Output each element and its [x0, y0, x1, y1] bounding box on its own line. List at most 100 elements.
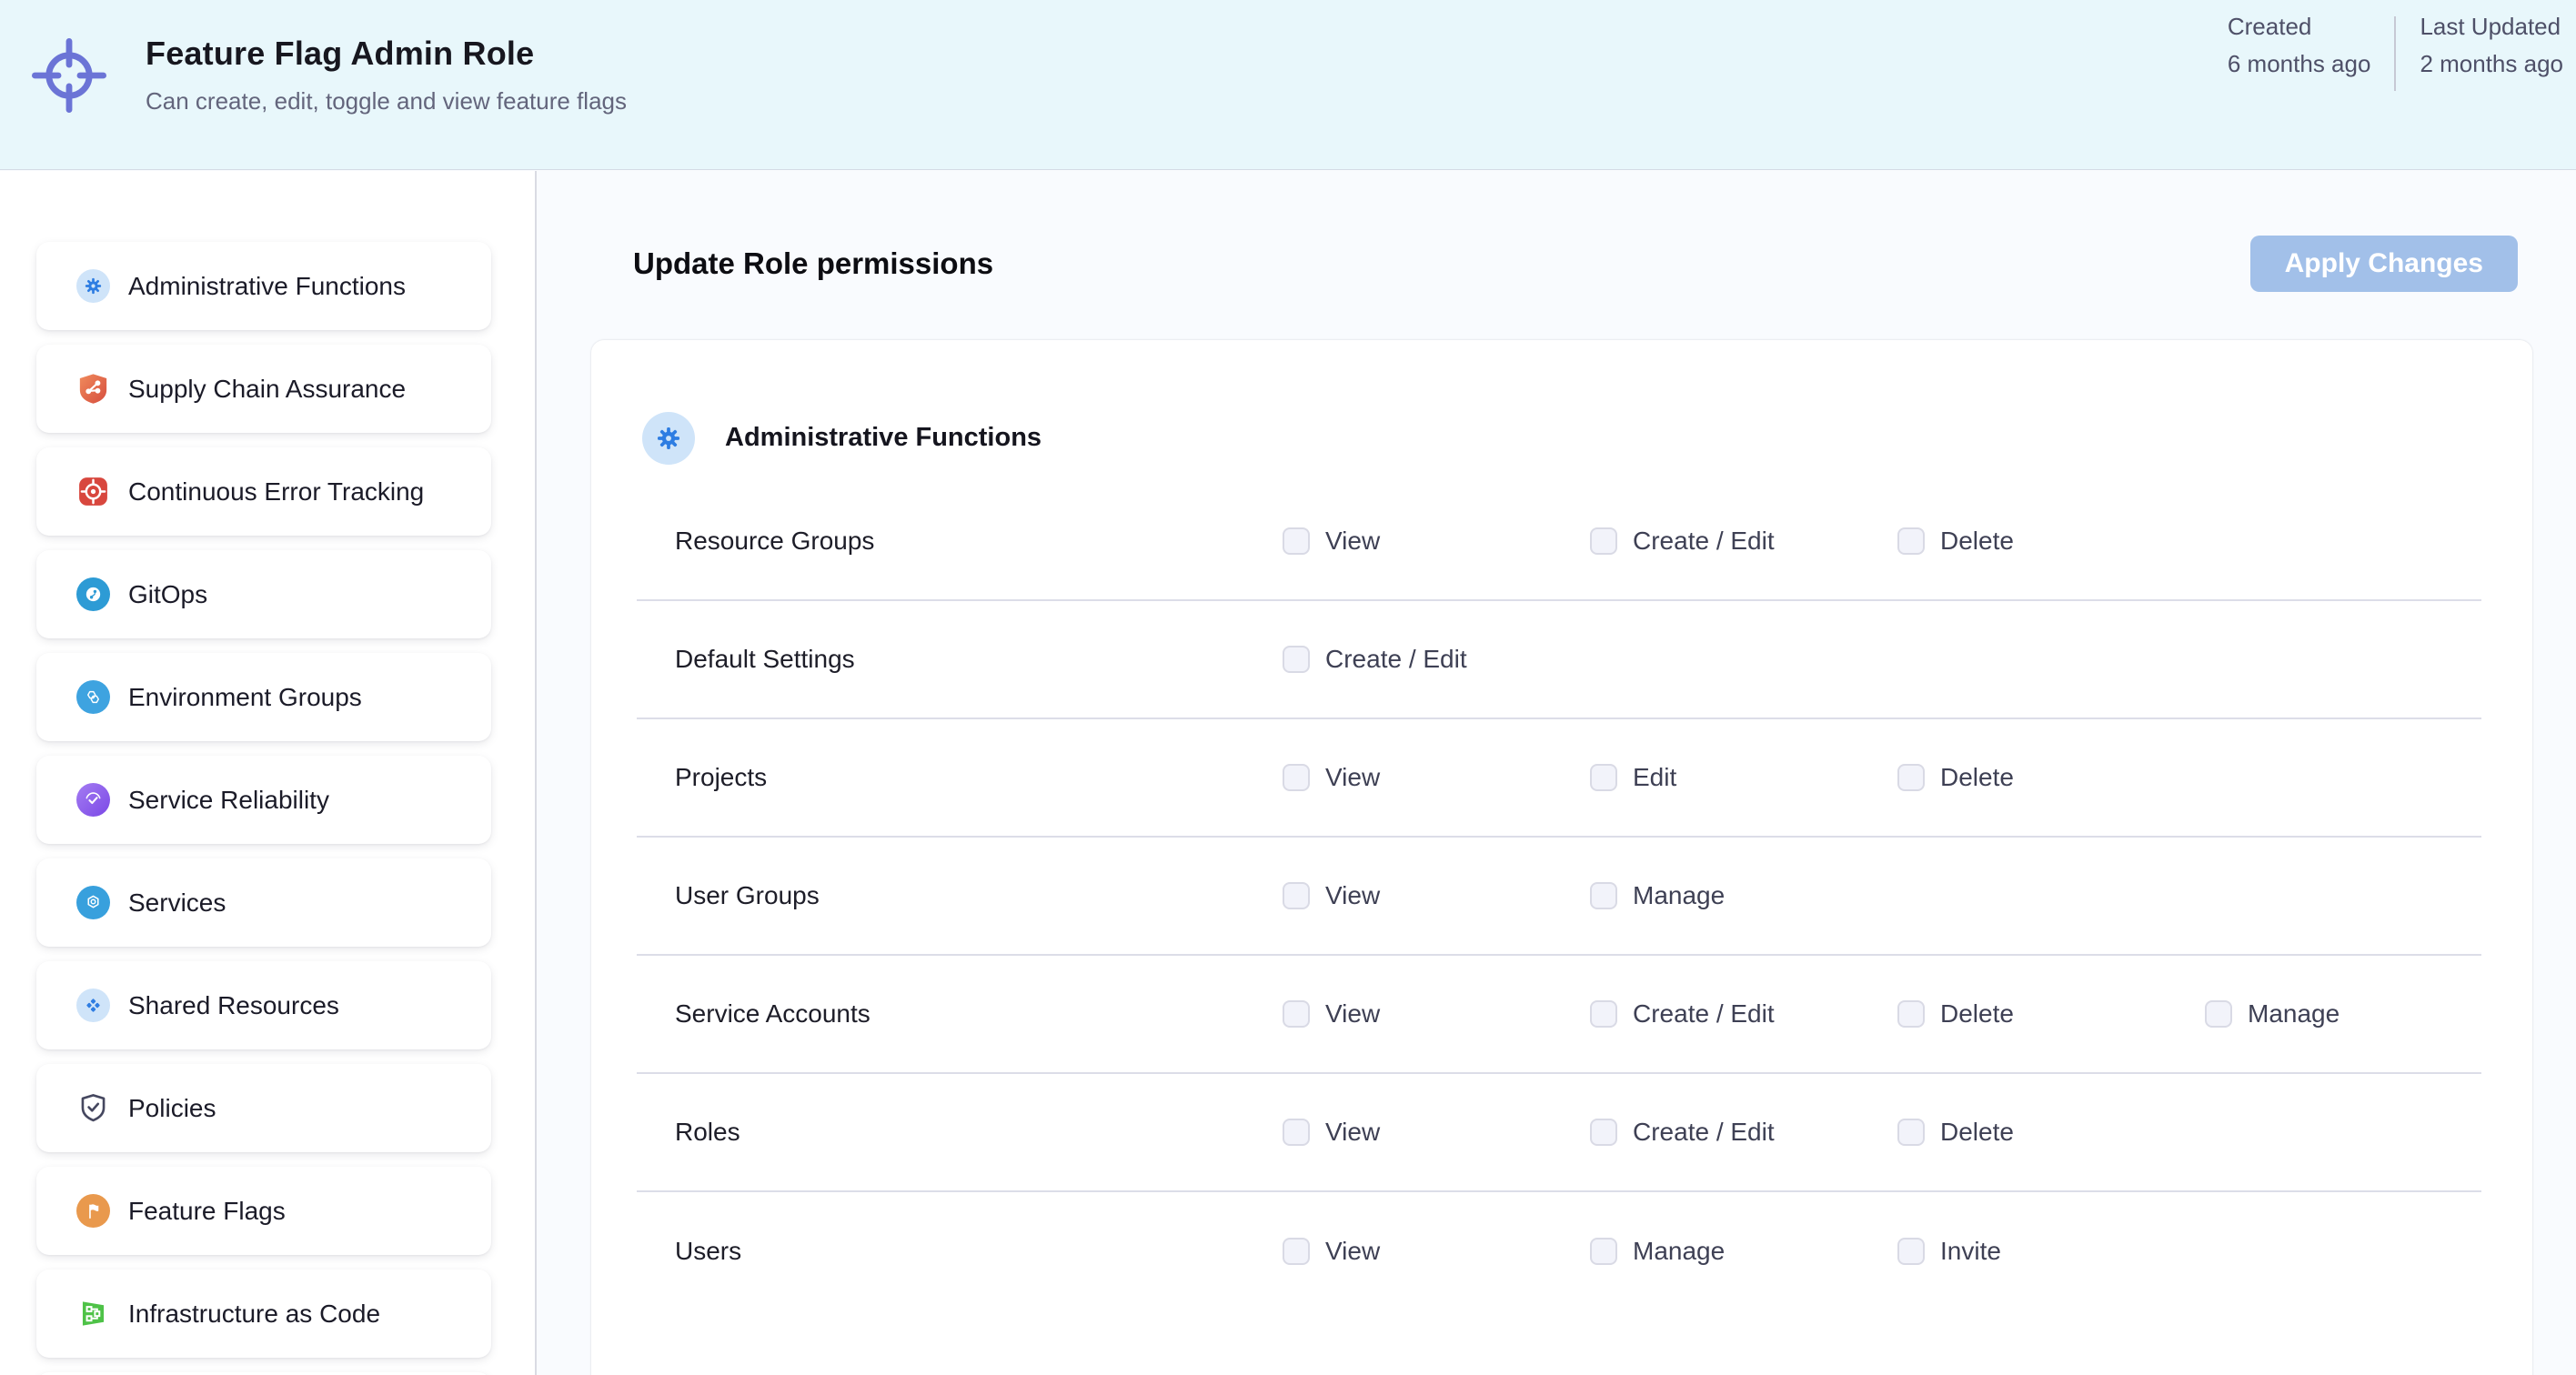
checkbox-view[interactable] [1283, 882, 1310, 909]
permission-create-edit[interactable]: Create / Edit [1590, 999, 1897, 1029]
gear-icon [76, 269, 110, 303]
resource-category-sidebar: Administrative Functions Supply Chain As… [0, 171, 537, 1375]
hexagon-group-icon [76, 680, 110, 714]
checkbox-edit[interactable] [1590, 764, 1617, 791]
permission-delete[interactable]: Delete [1897, 763, 2205, 792]
resource-label: User Groups [675, 881, 1283, 910]
gear-icon [642, 412, 695, 465]
checkbox-view[interactable] [1283, 1238, 1310, 1265]
permission-label: View [1325, 527, 1380, 556]
role-title: Feature Flag Admin Role [146, 35, 534, 73]
permission-label: Delete [1940, 763, 2014, 792]
checkbox-view[interactable] [1283, 1119, 1310, 1146]
target-crosshair-icon [32, 38, 106, 115]
created-block: Created 6 months ago [2228, 13, 2371, 78]
permission-label: Edit [1633, 763, 1676, 792]
section-header-administrative-functions: Administrative Functions [637, 340, 2481, 483]
sidebar-item-service-reliability[interactable]: Service Reliability [36, 756, 491, 844]
sidebar-item-gitops[interactable]: GitOps [36, 550, 491, 638]
checkbox-view[interactable] [1283, 1000, 1310, 1028]
permission-view[interactable]: View [1283, 1237, 1590, 1266]
sidebar-item-shared-resources[interactable]: Shared Resources [36, 961, 491, 1049]
checkbox-manage[interactable] [1590, 882, 1617, 909]
permission-create-edit[interactable]: Create / Edit [1283, 645, 1590, 674]
permission-row-default-settings: Default Settings Create / Edit [637, 601, 2481, 719]
flag-icon [76, 1194, 110, 1228]
sidebar-item-environment-groups[interactable]: Environment Groups [36, 653, 491, 741]
permission-edit[interactable]: Edit [1590, 763, 1897, 792]
checkbox-invite[interactable] [1897, 1238, 1925, 1265]
checkbox-delete[interactable] [1897, 527, 1925, 555]
role-subtitle: Can create, edit, toggle and view featur… [146, 87, 627, 115]
last-updated-label: Last Updated [2420, 13, 2563, 41]
role-details-page: Feature Flag Admin Role Can create, edit… [0, 0, 2576, 1375]
sidebar-item-label: Infrastructure as Code [128, 1300, 380, 1329]
resource-label: Projects [675, 763, 1283, 792]
sidebar-item-services[interactable]: Services [36, 858, 491, 947]
permissions-panel: Administrative Functions Resource Groups… [591, 340, 2532, 1375]
main-header: Update Role permissions Apply Changes [538, 171, 2576, 340]
permission-create-edit[interactable]: Create / Edit [1590, 527, 1897, 556]
checkbox-manage[interactable] [2205, 1000, 2232, 1028]
sidebar-item-administrative-functions[interactable]: Administrative Functions [36, 242, 491, 330]
main-content: Update Role permissions Apply Changes Ad… [538, 171, 2576, 1375]
checkbox-create-edit[interactable] [1590, 1119, 1617, 1146]
permission-view[interactable]: View [1283, 999, 1590, 1029]
resource-label: Roles [675, 1118, 1283, 1147]
permission-label: Create / Edit [1633, 527, 1775, 556]
permission-label: View [1325, 999, 1380, 1029]
sidebar-item-continuous-error-tracking[interactable]: Continuous Error Tracking [36, 447, 491, 536]
permission-label: Create / Edit [1633, 1118, 1775, 1147]
permission-row-resource-groups: Resource Groups View Create / Edit Delet… [637, 483, 2481, 601]
shield-network-icon [76, 372, 110, 406]
checkbox-manage[interactable] [1590, 1238, 1617, 1265]
checkbox-create-edit[interactable] [1283, 646, 1310, 673]
permission-invite[interactable]: Invite [1897, 1237, 2205, 1266]
permission-label: View [1325, 1237, 1380, 1266]
permission-label: Create / Edit [1633, 999, 1775, 1029]
reliability-check-icon [76, 783, 110, 817]
permission-manage[interactable]: Manage [1590, 1237, 1897, 1266]
permission-view[interactable]: View [1283, 1118, 1590, 1147]
permission-label: View [1325, 881, 1380, 910]
sidebar-item-label: Service Reliability [128, 786, 329, 815]
sidebar-item-label: Continuous Error Tracking [128, 477, 424, 507]
permission-manage[interactable]: Manage [1590, 881, 1897, 910]
permission-label: View [1325, 763, 1380, 792]
checkbox-delete[interactable] [1897, 764, 1925, 791]
permission-view[interactable]: View [1283, 881, 1590, 910]
permission-delete[interactable]: Delete [1897, 999, 2205, 1029]
checkbox-create-edit[interactable] [1590, 527, 1617, 555]
permission-delete[interactable]: Delete [1897, 1118, 2205, 1147]
permission-label: View [1325, 1118, 1380, 1147]
permission-create-edit[interactable]: Create / Edit [1590, 1118, 1897, 1147]
sidebar-item-feature-flags[interactable]: Feature Flags [36, 1167, 491, 1255]
checkbox-delete[interactable] [1897, 1119, 1925, 1146]
permission-view[interactable]: View [1283, 763, 1590, 792]
checkbox-view[interactable] [1283, 764, 1310, 791]
page-title: Update Role permissions [633, 246, 993, 281]
checkbox-view[interactable] [1283, 527, 1310, 555]
resource-label: Service Accounts [675, 999, 1283, 1029]
permission-label: Delete [1940, 999, 2014, 1029]
sidebar-item-label: Feature Flags [128, 1197, 286, 1226]
apply-changes-button[interactable]: Apply Changes [2250, 236, 2518, 292]
permission-delete[interactable]: Delete [1897, 527, 2205, 556]
permission-view[interactable]: View [1283, 527, 1590, 556]
sidebar-item-infrastructure-as-code[interactable]: Infrastructure as Code [36, 1270, 491, 1358]
permission-label: Delete [1940, 1118, 2014, 1147]
checkbox-delete[interactable] [1897, 1000, 1925, 1028]
sidebar-item-label: GitOps [128, 580, 207, 609]
gitops-globe-icon [76, 577, 110, 611]
resource-label: Users [675, 1237, 1283, 1266]
created-value: 6 months ago [2228, 50, 2371, 78]
sidebar-item-supply-chain-assurance[interactable]: Supply Chain Assurance [36, 345, 491, 433]
sidebar-item-policies[interactable]: Policies [36, 1064, 491, 1152]
sidebar-item-label: Environment Groups [128, 683, 362, 712]
last-updated-block: Last Updated 2 months ago [2420, 13, 2563, 78]
checkbox-create-edit[interactable] [1590, 1000, 1617, 1028]
permission-label: Create / Edit [1325, 645, 1467, 674]
sidebar-item-label: Shared Resources [128, 991, 339, 1020]
permission-row-users: Users View Manage Invite [637, 1192, 2481, 1310]
permission-manage[interactable]: Manage [2205, 999, 2481, 1029]
